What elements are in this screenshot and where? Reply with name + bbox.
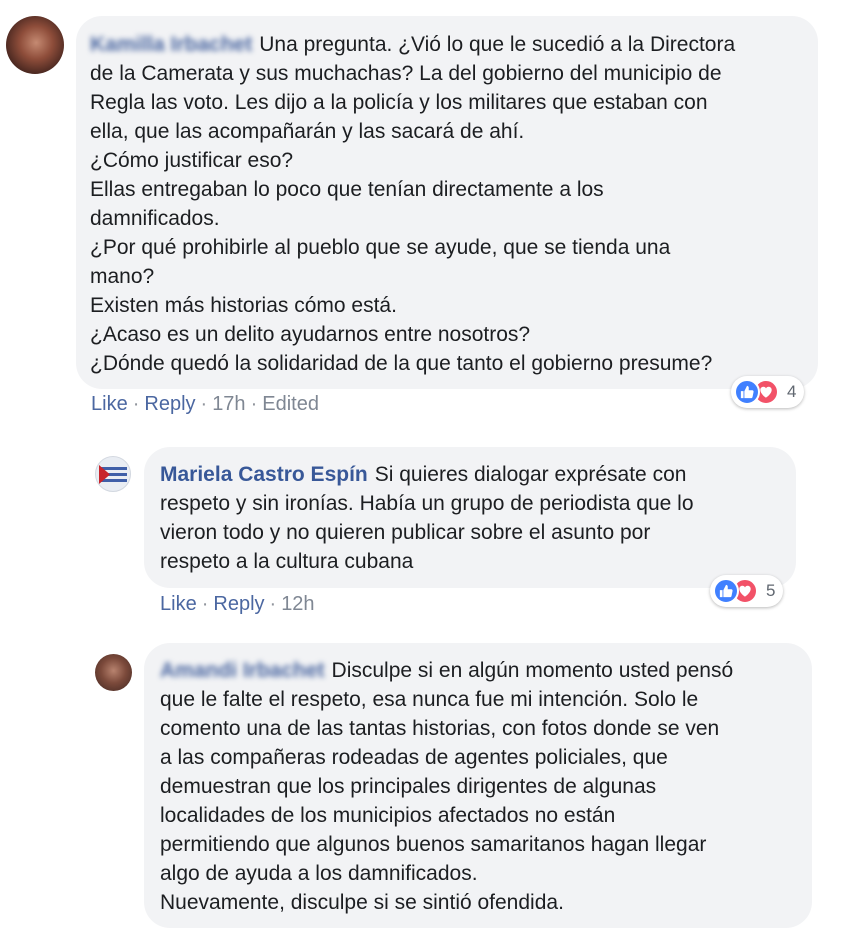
comment-line: Nuevamente, disculpe si se sintió ofendi…: [160, 891, 564, 914]
avatar[interactable]: [6, 16, 64, 74]
edited-label[interactable]: Edited: [262, 393, 319, 415]
comment-author[interactable]: Kamilla Irbachet: [90, 33, 252, 56]
separator: ·: [201, 593, 209, 615]
comment-line: localidades de los municipios afectados …: [160, 804, 616, 827]
separator: ·: [132, 393, 140, 415]
comment-line: algo de ayuda a los damnificados.: [160, 862, 478, 885]
timestamp[interactable]: 17h: [212, 393, 245, 415]
comment-actions: Like · Reply · 17h · Edited: [91, 393, 319, 416]
comment-line: vieron todo y no quieren publicar sobre …: [160, 521, 651, 544]
reply-link[interactable]: Reply: [144, 393, 195, 415]
comment-text: Disculpe si en algún momento usted pensó: [331, 659, 734, 682]
comment-text: Si quieres dialogar exprésate con: [374, 463, 687, 486]
thumbs-up-icon: [734, 379, 760, 405]
comment-line: demuestran que los principales dirigente…: [160, 775, 657, 798]
comment-line: Regla las voto. Les dijo a la policía y …: [90, 91, 708, 114]
comment-line: ¿Dónde quedó la solidaridad de la que ta…: [90, 352, 713, 375]
comment-line: respeto a la cultura cubana: [160, 550, 414, 573]
comment-author[interactable]: Mariela Castro Espín: [160, 463, 368, 486]
comment-line: a las compañeras rodeadas de agentes pol…: [160, 746, 668, 769]
comment-line: Existen más historias cómo está.: [90, 294, 397, 317]
comment-actions: Like · Reply · 12h: [160, 593, 315, 616]
avatar[interactable]: [95, 654, 132, 691]
comment-bubble: Amandi Irbachet Disculpe si en algún mome…: [144, 643, 812, 928]
comment-bubble: Mariela Castro Espín Si quieres dialogar …: [144, 447, 796, 588]
comment-line: ¿Cómo justificar eso?: [90, 149, 294, 172]
comment-line: respeto y sin ironías. Había un grupo de…: [160, 492, 694, 515]
reaction-count: 5: [766, 581, 776, 600]
comment-line: damnificados.: [90, 207, 220, 230]
like-link[interactable]: Like: [160, 593, 197, 615]
comment-line: ¿Acaso es un delito ayudarnos entre noso…: [90, 323, 531, 346]
thumbs-up-icon: [713, 578, 739, 604]
comment-text: Una pregunta. ¿Vió lo que le sucedió a l…: [259, 33, 736, 56]
reaction-summary[interactable]: 5: [710, 575, 784, 607]
comment-line: mano?: [90, 265, 155, 288]
comment-line: Ellas entregaban lo poco que tenían dire…: [90, 178, 604, 201]
comment-bubble: Kamilla Irbachet Una pregunta. ¿Vió lo qu…: [76, 16, 818, 389]
comment-author[interactable]: Amandi Irbachet: [160, 659, 325, 682]
flag-avatar-icon: [99, 465, 127, 484]
separator: ·: [250, 393, 258, 415]
separator: ·: [269, 593, 277, 615]
avatar[interactable]: [95, 456, 131, 492]
comment-line: Mariela Castro Espín Si quieres dialogar …: [160, 460, 778, 489]
comment-line: que le falte el respeto, esa nunca fue m…: [160, 688, 699, 711]
like-link[interactable]: Like: [91, 393, 128, 415]
comment-line: ¿Por qué prohibirle al pueblo que se ayu…: [90, 236, 671, 259]
reaction-summary[interactable]: 4: [731, 376, 805, 408]
comment-line: ella, que las acompañarán y las sacará d…: [90, 120, 525, 143]
comment-line: de la Camerata y sus muchachas? La del g…: [90, 62, 722, 85]
reaction-count: 4: [787, 382, 797, 401]
comment-line: Kamilla Irbachet Una pregunta. ¿Vió lo qu…: [90, 30, 800, 59]
comment-line: Amandi Irbachet Disculpe si en algún mome…: [160, 656, 794, 685]
comment-line: permitiendo que algunos buenos samaritan…: [160, 833, 707, 856]
timestamp[interactable]: 12h: [281, 593, 314, 615]
separator: ·: [200, 393, 208, 415]
reply-link[interactable]: Reply: [213, 593, 264, 615]
comment-line: comento una de las tantas historias, con…: [160, 717, 720, 740]
